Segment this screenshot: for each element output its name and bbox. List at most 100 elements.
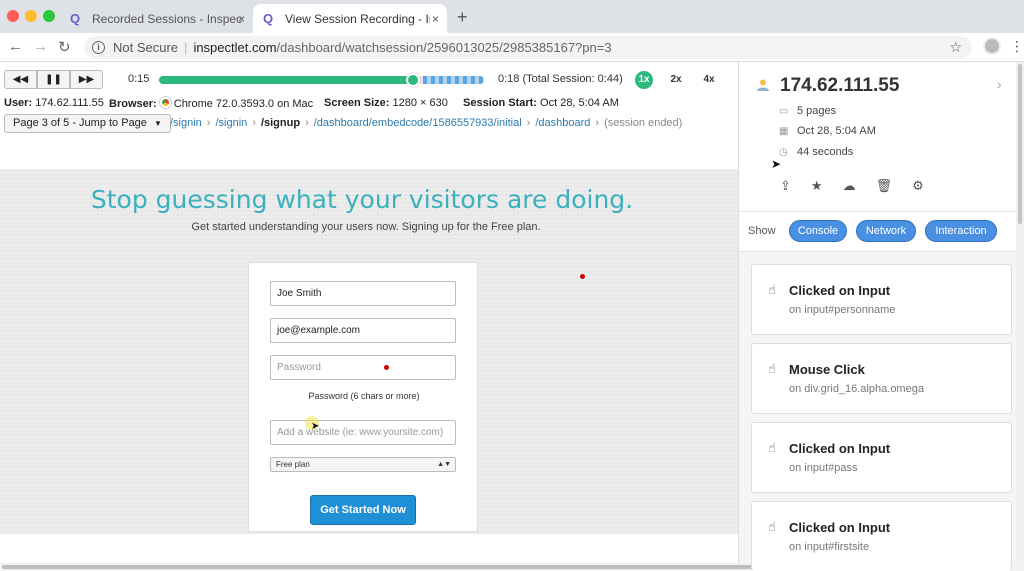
- name-field[interactable]: Joe Smith: [270, 281, 456, 306]
- inspectlet-favicon-icon: Q: [263, 10, 274, 26]
- session-start-label: Session Start:: [463, 97, 537, 109]
- security-label: Not Secure: [113, 40, 179, 55]
- timeline-buffer: [423, 76, 484, 84]
- fast-forward-button[interactable]: ▶▶: [70, 70, 103, 89]
- recorded-page: Stop guessing what your visitors are doi…: [0, 169, 738, 534]
- pointer-hand-icon: ☝: [768, 519, 776, 534]
- user-icon: [757, 79, 769, 91]
- crumb-embedcode[interactable]: /dashboard/embedcode/1586557933/initial: [314, 117, 522, 129]
- event-title: Mouse Click: [789, 362, 865, 377]
- pointer-hand-icon: ☝: [768, 440, 776, 455]
- profile-avatar[interactable]: [983, 37, 1001, 55]
- event-target: on input#firstsite: [789, 541, 870, 553]
- divider: |: [184, 40, 188, 55]
- event-item[interactable]: ☝ Clicked on Input on input#pass: [751, 422, 1012, 493]
- timeline-handle[interactable]: [406, 73, 420, 87]
- event-target: on input#pass: [789, 462, 858, 474]
- click-marker: [580, 274, 585, 279]
- back-arrow-icon[interactable]: ←: [8, 38, 23, 55]
- session-start-value: Oct 28, 5:04 AM: [540, 97, 619, 109]
- crumb-arrow-icon: ›: [305, 117, 309, 129]
- cloud-download-icon[interactable]: ☁: [843, 178, 856, 194]
- crumb-arrow-icon: ›: [252, 117, 256, 129]
- browser-value: Chrome 72.0.3593.0 on Mac: [173, 98, 314, 110]
- password-hint: Password (6 chars or more): [308, 391, 420, 401]
- chrome-logo-icon: [159, 97, 171, 108]
- reload-icon[interactable]: ↻: [58, 38, 71, 56]
- page-headline: Stop guessing what your visitors are doi…: [90, 185, 634, 214]
- gear-icon[interactable]: ⚙: [912, 178, 924, 194]
- session-panel: 174.62.111.55 › ▭ 5 pages ▦ Oct 28, 5:04 A…: [738, 62, 1024, 571]
- browser-toolbar: ← → ↻ i Not Secure | inspectlet.com /das…: [0, 33, 1024, 62]
- maximize-window-button[interactable]: [43, 10, 55, 22]
- tab-close-icon[interactable]: ×: [238, 12, 245, 26]
- panel-scrollbar[interactable]: [1016, 62, 1024, 563]
- website-field[interactable]: Add a website (ie: www.yoursite.com): [270, 420, 456, 445]
- get-started-button[interactable]: Get Started Now: [310, 495, 416, 525]
- event-target: on input#personname: [789, 304, 896, 316]
- filter-network-button[interactable]: Network: [856, 220, 916, 242]
- browser-tab-strip: Q Recorded Sessions - Inspectlet × Q Vie…: [0, 0, 1024, 33]
- tab-recorded-sessions[interactable]: Q Recorded Sessions - Inspectlet ×: [60, 4, 253, 33]
- screen-size-label: Screen Size:: [324, 97, 390, 109]
- crumb-signin-2[interactable]: /signin: [215, 117, 247, 129]
- plan-select[interactable]: Free plan ▲▼: [270, 457, 456, 472]
- page-jump-label: Page 3 of 5 - Jump to Page: [13, 117, 147, 129]
- crumb-signin[interactable]: /signin: [170, 117, 202, 129]
- page-breadcrumb: /signin › /signin › /signup › /dashboard/embed…: [170, 117, 682, 129]
- info-icon[interactable]: i: [92, 41, 105, 54]
- pointer-hand-icon: ☝: [768, 282, 776, 297]
- caret-down-icon: ▼: [153, 119, 162, 128]
- event-item[interactable]: ☝ Mouse Click on div.grid_16.alpha.omega: [751, 343, 1012, 414]
- filter-interaction-button[interactable]: Interaction: [925, 220, 997, 242]
- chevron-right-icon[interactable]: ›: [997, 76, 1002, 92]
- signup-form: Joe Smith joe@example.com Password Passw…: [248, 262, 478, 532]
- click-marker: [384, 365, 389, 370]
- tab-label: View Session Recording - Inspectlet: [285, 11, 430, 26]
- inspectlet-favicon-icon: Q: [70, 10, 81, 26]
- share-icon[interactable]: ⇪: [780, 178, 791, 194]
- event-filter-bar: Show Console Network Interaction: [739, 212, 1024, 252]
- event-item[interactable]: ☝ Clicked on Input on input#firstsite: [751, 501, 1012, 571]
- bookmark-star-icon[interactable]: ☆: [949, 39, 962, 56]
- trash-icon[interactable]: 🗑︎: [876, 178, 893, 194]
- crumb-dashboard[interactable]: /dashboard: [535, 117, 590, 129]
- event-item[interactable]: ☝ Clicked on Input on input#personname: [751, 264, 1012, 335]
- window-controls: [7, 10, 55, 22]
- player-bar: ◀◀ ❚❚ ▶▶ 0:15 0:18 (Total Session: 0:44)…: [0, 62, 738, 142]
- url-path: /dashboard/watchsession/2596013025/29853…: [276, 40, 612, 55]
- page-jump-dropdown[interactable]: Page 3 of 5 - Jump to Page ▼: [4, 114, 171, 133]
- crumb-signup[interactable]: /signup: [261, 117, 300, 129]
- browser-menu-icon[interactable]: ⋮: [1010, 38, 1024, 55]
- speed-4x-button[interactable]: 4x: [700, 71, 718, 89]
- star-icon[interactable]: ★: [811, 178, 823, 194]
- timeline-slider[interactable]: [159, 73, 484, 87]
- forward-arrow-icon[interactable]: →: [33, 38, 48, 55]
- close-window-button[interactable]: [7, 10, 19, 22]
- page-count: 5 pages: [797, 105, 837, 117]
- pause-button[interactable]: ❚❚: [37, 70, 70, 89]
- tab-view-session-recording[interactable]: Q View Session Recording - Inspectlet ×: [253, 4, 447, 33]
- speed-2x-button[interactable]: 2x: [667, 71, 685, 89]
- crumb-arrow-icon: ›: [595, 117, 600, 129]
- speed-1x-button[interactable]: 1x: [635, 71, 653, 89]
- url-domain: inspectlet.com: [193, 40, 277, 55]
- user-label: User:: [4, 97, 33, 109]
- total-time: 0:18 (Total Session: 0:44): [498, 73, 623, 85]
- email-field[interactable]: joe@example.com: [270, 318, 456, 343]
- timeline-progress: [159, 76, 413, 84]
- password-field[interactable]: Password: [270, 355, 456, 380]
- address-bar[interactable]: i Not Secure | inspectlet.com /dashboard…: [84, 36, 972, 59]
- scrollbar-thumb[interactable]: [1018, 64, 1022, 224]
- tab-close-icon[interactable]: ×: [432, 12, 439, 26]
- page-subline: Get started understanding your users now…: [191, 221, 541, 233]
- filter-console-button[interactable]: Console: [789, 220, 847, 242]
- rewind-button[interactable]: ◀◀: [4, 70, 37, 89]
- rewind-icon: ◀◀: [12, 74, 29, 85]
- screen-size-value: 1280 × 630: [392, 97, 448, 109]
- crumb-arrow-icon: ›: [206, 117, 211, 129]
- minimize-window-button[interactable]: [25, 10, 37, 22]
- fast-forward-icon: ▶▶: [78, 74, 95, 85]
- select-arrows-icon: ▲▼: [437, 461, 451, 468]
- new-tab-button[interactable]: +: [457, 7, 468, 28]
